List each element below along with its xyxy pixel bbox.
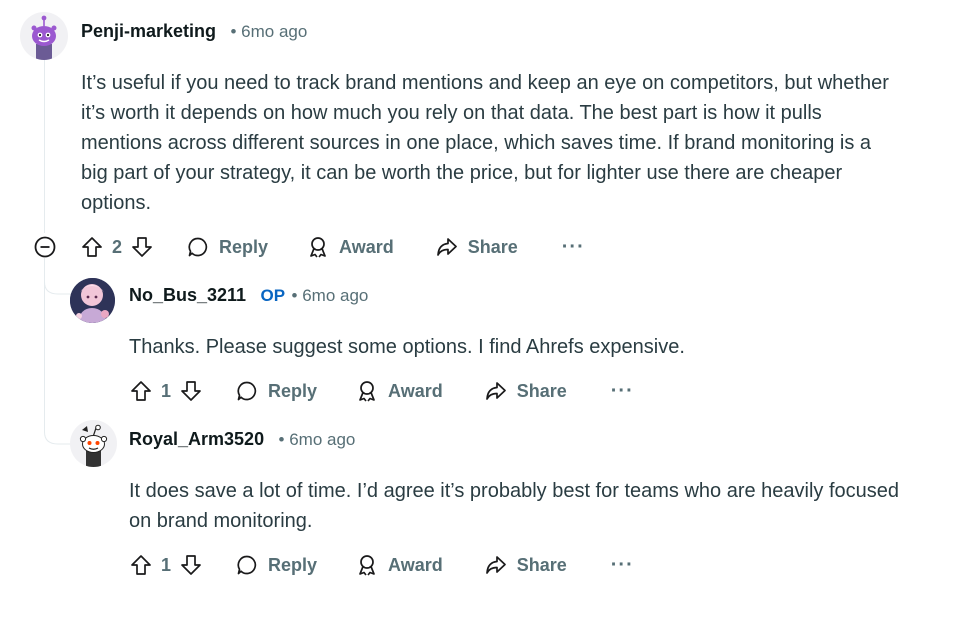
award-icon <box>359 381 375 402</box>
award-label: Award <box>388 554 443 575</box>
reply-label: Reply <box>219 236 269 257</box>
reply-button[interactable]: Reply <box>235 553 317 577</box>
comment-body: Thanks. Please suggest some options. I f… <box>129 336 685 358</box>
reply-button[interactable]: Reply <box>186 235 268 259</box>
share-icon <box>485 556 506 574</box>
comment-author[interactable]: No_Bus_3211 <box>129 285 246 305</box>
comment-actions: 1 Reply Award Share ··· <box>129 375 634 407</box>
comment-actions: 2 Reply Award Share ··· <box>80 231 585 263</box>
avatar[interactable] <box>70 278 115 323</box>
comment-body: It’s useful if you need to track brand m… <box>81 72 889 214</box>
upvote-button[interactable] <box>129 553 153 577</box>
comment-icon <box>237 381 257 401</box>
comment-actions: 1 Reply Award Share ··· <box>129 549 634 581</box>
collapse-thread-button[interactable] <box>33 235 57 259</box>
award-label: Award <box>339 236 394 257</box>
downvote-button[interactable] <box>179 379 203 403</box>
comment-icon <box>237 555 257 575</box>
comment-body: It does save a lot of time. I’d agree it… <box>129 480 900 532</box>
share-button[interactable]: Share <box>435 235 518 259</box>
thread-line <box>44 60 45 233</box>
collapse-icon <box>34 236 56 258</box>
downvote-button[interactable] <box>130 235 154 259</box>
vote-count: 2 <box>112 236 123 257</box>
vote-group: 1 <box>129 379 203 403</box>
share-label: Share <box>467 236 518 257</box>
reply-label: Reply <box>268 380 318 401</box>
share-button[interactable]: Share <box>484 379 567 403</box>
share-icon <box>436 238 457 256</box>
more-options-button[interactable]: ··· <box>611 554 634 577</box>
comment-author[interactable]: Penji-marketing <box>81 21 216 41</box>
vote-group: 2 <box>80 235 154 259</box>
vote-group: 1 <box>129 553 203 577</box>
upvote-icon <box>131 381 151 401</box>
comment-time: • 6mo ago <box>230 22 308 41</box>
award-button[interactable]: Award <box>355 553 443 577</box>
award-icon <box>359 555 375 576</box>
award-label: Award <box>388 380 443 401</box>
share-icon <box>485 382 506 400</box>
upvote-icon <box>131 555 151 575</box>
downvote-icon <box>132 237 152 257</box>
vote-count: 1 <box>161 554 172 575</box>
upvote-button[interactable] <box>80 235 104 259</box>
upvote-button[interactable] <box>129 379 153 403</box>
reply-button[interactable]: Reply <box>235 379 317 403</box>
thread-connector <box>44 268 74 295</box>
share-label: Share <box>516 554 567 575</box>
award-icon <box>310 237 326 258</box>
downvote-icon <box>181 381 201 401</box>
award-button[interactable]: Award <box>306 235 394 259</box>
share-button[interactable]: Share <box>484 553 567 577</box>
upvote-icon <box>82 237 102 257</box>
share-label: Share <box>516 380 567 401</box>
op-badge: OP <box>260 286 286 305</box>
comment-time: • 6mo ago <box>278 430 356 449</box>
downvote-button[interactable] <box>179 553 203 577</box>
reply-label: Reply <box>268 554 318 575</box>
avatar[interactable] <box>70 420 117 467</box>
vote-count: 1 <box>161 380 172 401</box>
downvote-icon <box>181 555 201 575</box>
more-options-button[interactable]: ··· <box>611 380 634 403</box>
award-button[interactable]: Award <box>355 379 443 403</box>
avatar[interactable] <box>20 12 68 60</box>
more-options-button[interactable]: ··· <box>562 236 585 259</box>
comment-author[interactable]: Royal_Arm3520 <box>129 429 264 449</box>
comment-time: • 6mo ago <box>291 286 369 305</box>
comment-icon <box>188 237 208 257</box>
